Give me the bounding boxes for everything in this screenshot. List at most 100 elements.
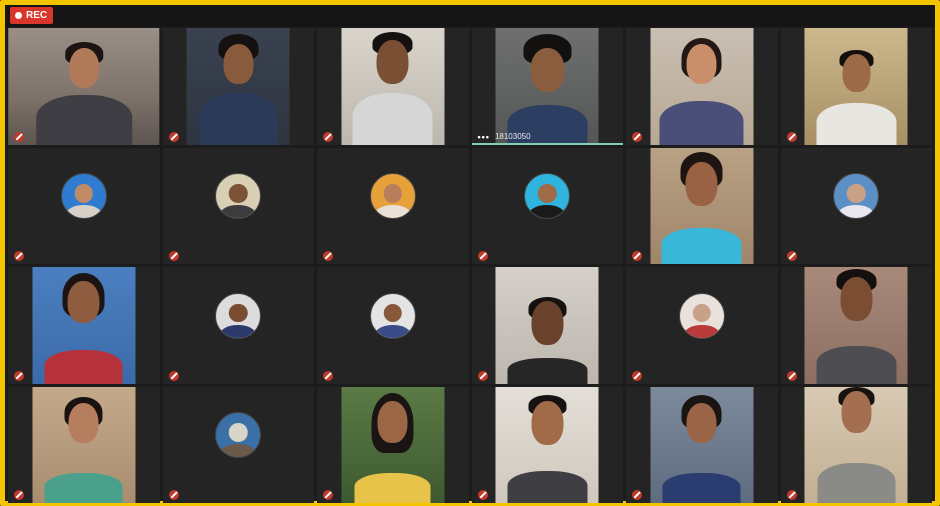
muted-mic-icon: [786, 370, 797, 381]
participant-nameplate: [477, 490, 493, 500]
muted-mic-icon: [632, 131, 642, 142]
participant-nameplate: [786, 131, 802, 142]
participant-video: [650, 147, 754, 264]
participant-grid: ••• 18103050: [8, 28, 932, 503]
muted-mic-icon: [14, 370, 24, 381]
muted-mic-icon: [632, 490, 642, 500]
participant-name: 18103050: [494, 132, 531, 141]
participant-video: [186, 28, 290, 145]
participant-nameplate: [168, 251, 184, 261]
participant-video: [495, 386, 599, 503]
top-bar: [5, 5, 935, 27]
participant-video: [495, 267, 599, 384]
participant-nameplate: [477, 370, 493, 381]
participant-tile[interactable]: [471, 386, 623, 503]
participant-video: [8, 28, 160, 145]
participant-tile[interactable]: [162, 28, 314, 145]
participant-nameplate: [14, 370, 29, 381]
participant-avatar: [215, 412, 262, 459]
participant-video: [495, 28, 599, 145]
muted-mic-icon: [786, 490, 797, 500]
participant-tile[interactable]: [317, 147, 469, 264]
participant-video: [804, 28, 908, 145]
muted-mic-icon: [632, 370, 642, 381]
record-dot-icon: [15, 12, 22, 19]
participant-tile[interactable]: [780, 28, 932, 145]
participant-nameplate: ••• 18103050: [478, 132, 531, 142]
muted-mic-icon: [477, 251, 488, 261]
participant-tile[interactable]: [162, 267, 314, 384]
participant-nameplate: [632, 490, 647, 500]
participant-avatar: [833, 173, 880, 220]
participant-nameplate: [323, 251, 338, 261]
participant-tile[interactable]: [317, 386, 469, 503]
participant-nameplate: [168, 131, 184, 142]
muted-mic-icon: [323, 251, 333, 261]
muted-mic-icon: [14, 251, 24, 261]
participant-tile[interactable]: [317, 267, 469, 384]
participant-video: [804, 386, 908, 503]
participant-nameplate: [477, 251, 493, 261]
participant-tile[interactable]: [780, 147, 932, 264]
muted-mic-icon: [14, 490, 24, 500]
participant-avatar: [678, 292, 725, 339]
participant-video: [32, 386, 136, 503]
muted-mic-icon: [786, 251, 797, 261]
participant-tile[interactable]: [8, 28, 160, 145]
participant-nameplate: [786, 490, 802, 500]
participant-avatar: [215, 292, 262, 339]
participant-tile-active[interactable]: ••• 18103050: [471, 28, 623, 145]
participant-tile[interactable]: [317, 28, 469, 145]
participant-video: [341, 28, 445, 145]
participant-nameplate: [323, 490, 338, 500]
participant-tile[interactable]: [162, 147, 314, 264]
participant-tile[interactable]: [471, 147, 623, 264]
muted-mic-icon: [168, 490, 179, 500]
participant-tile[interactable]: [626, 267, 778, 384]
participant-tile[interactable]: [8, 386, 160, 503]
muted-mic-icon: [477, 370, 488, 381]
muted-mic-icon: [323, 131, 333, 142]
participant-avatar: [215, 173, 262, 220]
participant-nameplate: [786, 370, 802, 381]
muted-mic-icon: [632, 251, 642, 261]
participant-video: [341, 386, 445, 503]
participant-tile[interactable]: [780, 267, 932, 384]
muted-mic-icon: [14, 131, 24, 142]
more-options-icon[interactable]: •••: [478, 132, 490, 142]
participant-nameplate: [323, 370, 338, 381]
muted-mic-icon: [786, 131, 797, 142]
muted-mic-icon: [323, 490, 333, 500]
participant-avatar: [60, 173, 107, 220]
participant-nameplate: [632, 251, 647, 261]
participant-nameplate: [168, 490, 184, 500]
participant-nameplate: [632, 370, 647, 381]
participant-tile[interactable]: [626, 28, 778, 145]
participant-tile[interactable]: [626, 386, 778, 503]
participant-video: [32, 267, 136, 384]
participant-nameplate: [786, 251, 802, 261]
muted-mic-icon: [168, 251, 179, 261]
participant-tile[interactable]: [626, 147, 778, 264]
participant-avatar: [369, 173, 416, 220]
participant-nameplate: [632, 131, 647, 142]
participant-tile[interactable]: [780, 386, 932, 503]
participant-tile[interactable]: [471, 267, 623, 384]
participant-video: [650, 28, 754, 145]
active-speaker-indicator: [471, 142, 623, 145]
participant-avatar: [369, 292, 416, 339]
participant-nameplate: [168, 370, 184, 381]
muted-mic-icon: [477, 490, 488, 500]
muted-mic-icon: [323, 370, 333, 381]
participant-video: [804, 267, 908, 384]
participant-avatar: [524, 173, 571, 220]
participant-nameplate: [14, 131, 29, 142]
participant-tile[interactable]: [8, 267, 160, 384]
recording-indicator[interactable]: REC: [10, 7, 54, 24]
muted-mic-icon: [168, 370, 179, 381]
participant-video: [650, 386, 754, 503]
participant-nameplate: [323, 131, 338, 142]
participant-tile[interactable]: [162, 386, 314, 503]
participant-nameplate: [14, 490, 29, 500]
participant-tile[interactable]: [8, 147, 160, 264]
